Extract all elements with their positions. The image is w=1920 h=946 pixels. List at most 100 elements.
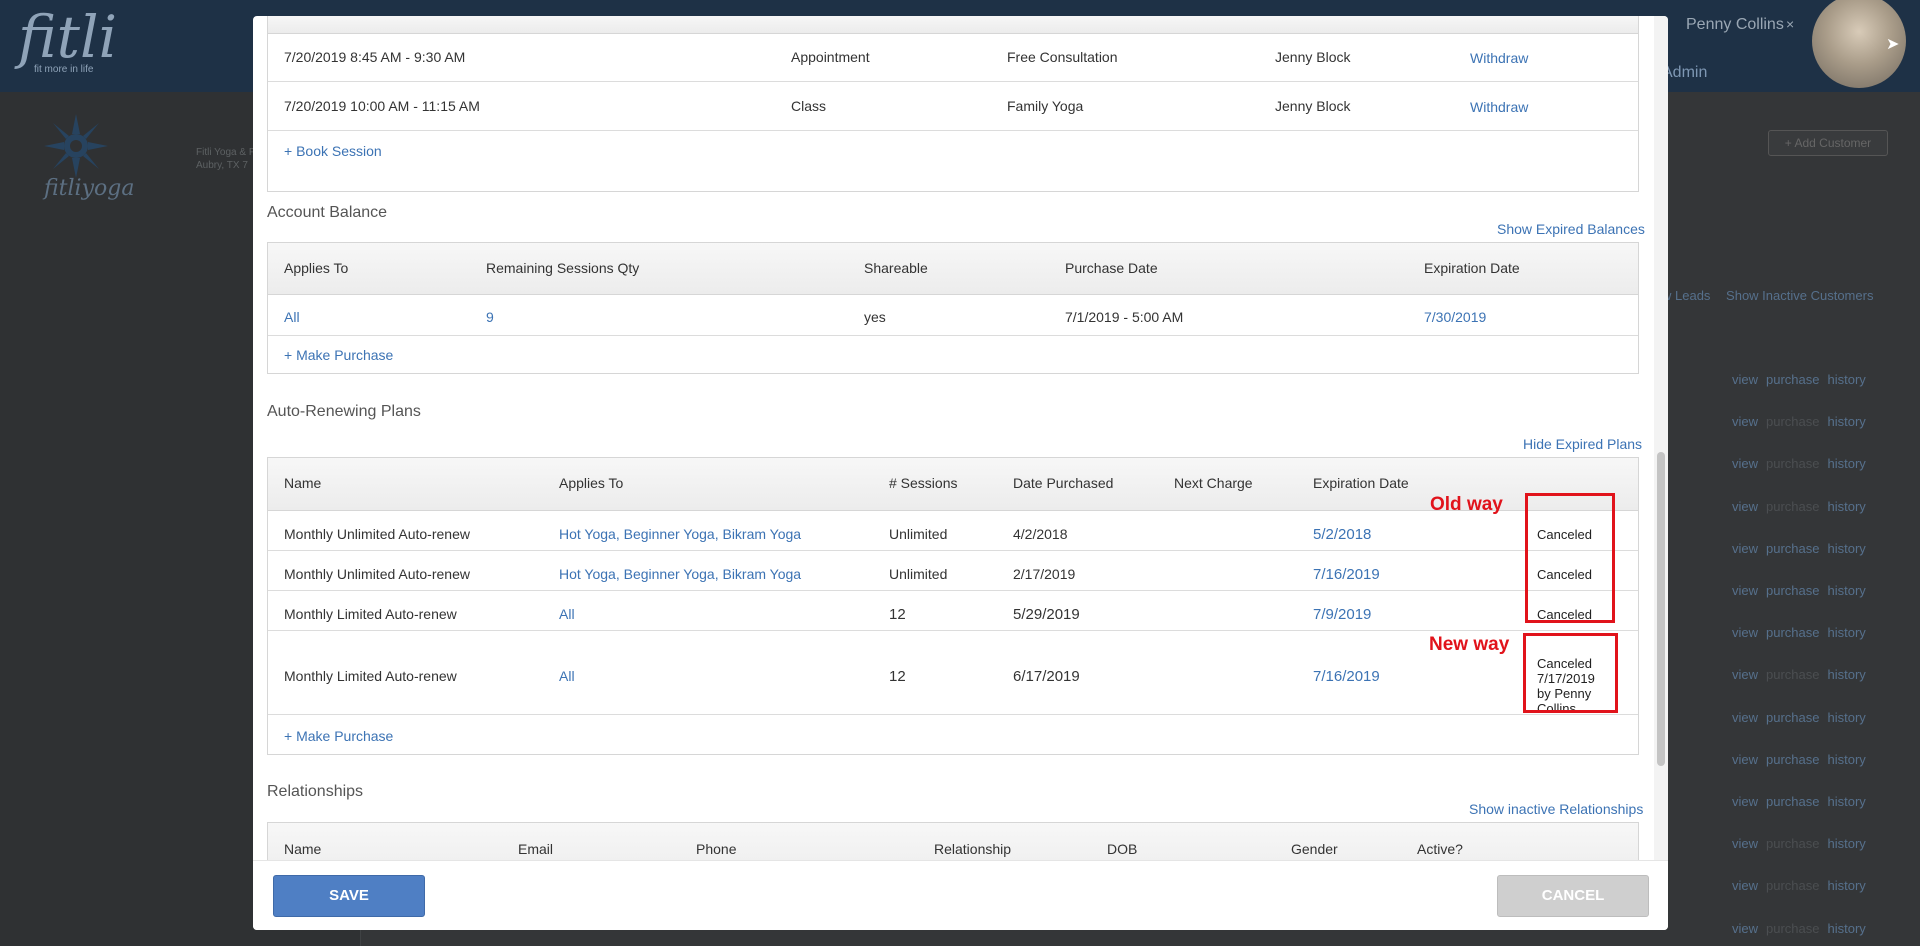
remaining-sessions-link[interactable]: 9 (486, 309, 494, 325)
history-link[interactable]: history (1828, 752, 1866, 767)
plan-sessions: 12 (889, 668, 906, 685)
history-link[interactable]: history (1828, 667, 1866, 682)
plan-date-purchased: 6/17/2019 (1013, 668, 1080, 685)
view-link[interactable]: view (1732, 414, 1758, 429)
purchase-link[interactable]: purchase (1766, 583, 1819, 598)
customer-row-actions-item: view purchase history (1732, 921, 1866, 936)
save-button[interactable]: SAVE (273, 875, 425, 917)
view-link[interactable]: view (1732, 921, 1758, 936)
user-name[interactable]: Penny Collins (1686, 16, 1784, 34)
shareable-value: yes (864, 309, 886, 325)
plan-expiration-link[interactable]: 7/9/2019 (1313, 606, 1371, 623)
view-link[interactable]: view (1732, 499, 1758, 514)
view-link[interactable]: view (1732, 625, 1758, 640)
make-purchase-link[interactable]: + Make Purchase (284, 728, 393, 744)
history-link[interactable]: history (1828, 414, 1866, 429)
purchase-link[interactable]: purchase (1766, 372, 1819, 387)
withdraw-link[interactable]: Withdraw (1470, 50, 1528, 66)
plan-expiration-link[interactable]: 5/2/2018 (1313, 526, 1371, 543)
close-user-icon[interactable]: × (1786, 16, 1794, 32)
history-link[interactable]: history (1828, 710, 1866, 725)
purchase-link[interactable]: purchase (1766, 541, 1819, 556)
history-link[interactable]: history (1828, 836, 1866, 851)
plan-expiration-link[interactable]: 7/16/2019 (1313, 566, 1380, 583)
withdraw-link[interactable]: Withdraw (1470, 99, 1528, 115)
auto-renewing-plans-title: Auto-Renewing Plans (267, 403, 421, 420)
customer-row-actions-item: view purchase history (1732, 710, 1866, 725)
hide-expired-plans-link[interactable]: Hide Expired Plans (1523, 436, 1642, 452)
plan-date-purchased: 2/17/2019 (1013, 566, 1076, 582)
purchase-link[interactable]: purchase (1766, 752, 1819, 767)
show-inactive-relationships-link[interactable]: Show inactive Relationships (1469, 801, 1643, 817)
purchase-date: 7/1/2019 - 5:00 AM (1065, 309, 1184, 325)
purchase-link[interactable]: purchase (1766, 667, 1819, 682)
purchase-link[interactable]: purchase (1766, 836, 1819, 851)
show-leads-link[interactable]: w Leads (1662, 288, 1710, 303)
customer-row-actions-item: view purchase history (1732, 836, 1866, 851)
column-header: Applies To (559, 475, 624, 491)
logo-tagline: fit more in life (34, 64, 94, 75)
plan-expiration-link[interactable]: 7/16/2019 (1313, 668, 1380, 685)
history-link[interactable]: history (1828, 921, 1866, 936)
modal-scroll-area[interactable]: 7/20/2019 8:45 AM - 9:30 AM Appointment … (253, 16, 1650, 860)
plan-applies-to-link[interactable]: Hot Yoga, Beginner Yoga, Bikram Yoga (559, 566, 801, 582)
column-header: Expiration Date (1313, 475, 1409, 491)
row-divider (268, 550, 1638, 551)
admin-link[interactable]: Admin (1662, 64, 1707, 82)
column-header: Name (284, 841, 322, 857)
history-link[interactable]: history (1828, 456, 1866, 471)
show-expired-balances-link[interactable]: Show Expired Balances (1497, 221, 1645, 237)
view-link[interactable]: view (1732, 456, 1758, 471)
add-customer-button[interactable]: + Add Customer (1768, 130, 1888, 156)
purchase-link[interactable]: purchase (1766, 921, 1819, 936)
plan-applies-to-link[interactable]: All (559, 606, 575, 622)
view-link[interactable]: view (1732, 878, 1758, 893)
annotation-old-way-box (1525, 493, 1615, 623)
history-link[interactable]: history (1828, 625, 1866, 640)
view-link[interactable]: view (1732, 794, 1758, 809)
view-link[interactable]: view (1732, 667, 1758, 682)
history-link[interactable]: history (1828, 372, 1866, 387)
purchase-link[interactable]: purchase (1766, 499, 1819, 514)
history-link[interactable]: history (1828, 583, 1866, 598)
view-link[interactable]: view (1732, 372, 1758, 387)
view-link[interactable]: view (1732, 710, 1758, 725)
column-header: Purchase Date (1065, 260, 1158, 276)
purchase-link[interactable]: purchase (1766, 878, 1819, 893)
plan-applies-to-link[interactable]: Hot Yoga, Beginner Yoga, Bikram Yoga (559, 526, 801, 542)
history-link[interactable]: history (1828, 878, 1866, 893)
expiration-date-link[interactable]: 7/30/2019 (1424, 309, 1486, 325)
customer-row-actions-item: view purchase history (1732, 794, 1866, 809)
session-name: Free Consultation (1007, 49, 1118, 65)
customer-row-actions-item: view purchase history (1732, 456, 1866, 471)
modal-scrollbar[interactable] (1654, 16, 1668, 860)
view-link[interactable]: view (1732, 583, 1758, 598)
purchase-link[interactable]: purchase (1766, 710, 1819, 725)
purchase-link[interactable]: purchase (1766, 625, 1819, 640)
plan-applies-to-link[interactable]: All (559, 668, 575, 684)
session-type: Appointment (791, 49, 870, 65)
make-purchase-link[interactable]: + Make Purchase (284, 347, 393, 363)
history-link[interactable]: history (1828, 541, 1866, 556)
history-link[interactable]: history (1828, 499, 1866, 514)
history-link[interactable]: history (1828, 794, 1866, 809)
applies-to-link[interactable]: All (284, 309, 300, 325)
view-link[interactable]: view (1732, 752, 1758, 767)
fitli-logo[interactable]: fitli (18, 8, 117, 66)
book-session-link[interactable]: + Book Session (284, 143, 382, 159)
column-header: Applies To (284, 260, 349, 276)
column-header: # Sessions (889, 475, 958, 491)
purchase-link[interactable]: purchase (1766, 414, 1819, 429)
column-header: Date Purchased (1013, 475, 1114, 491)
view-link[interactable]: view (1732, 836, 1758, 851)
view-link[interactable]: view (1732, 541, 1758, 556)
column-header: Name (284, 475, 322, 491)
purchase-link[interactable]: purchase (1766, 794, 1819, 809)
plan-sessions: Unlimited (889, 526, 948, 542)
column-header: DOB (1107, 841, 1138, 857)
scrollbar-thumb[interactable] (1657, 452, 1665, 766)
cancel-button[interactable]: CANCEL (1497, 875, 1649, 917)
purchase-link[interactable]: purchase (1766, 456, 1819, 471)
plan-sessions: Unlimited (889, 566, 948, 582)
show-inactive-customers-link[interactable]: Show Inactive Customers (1726, 288, 1873, 303)
